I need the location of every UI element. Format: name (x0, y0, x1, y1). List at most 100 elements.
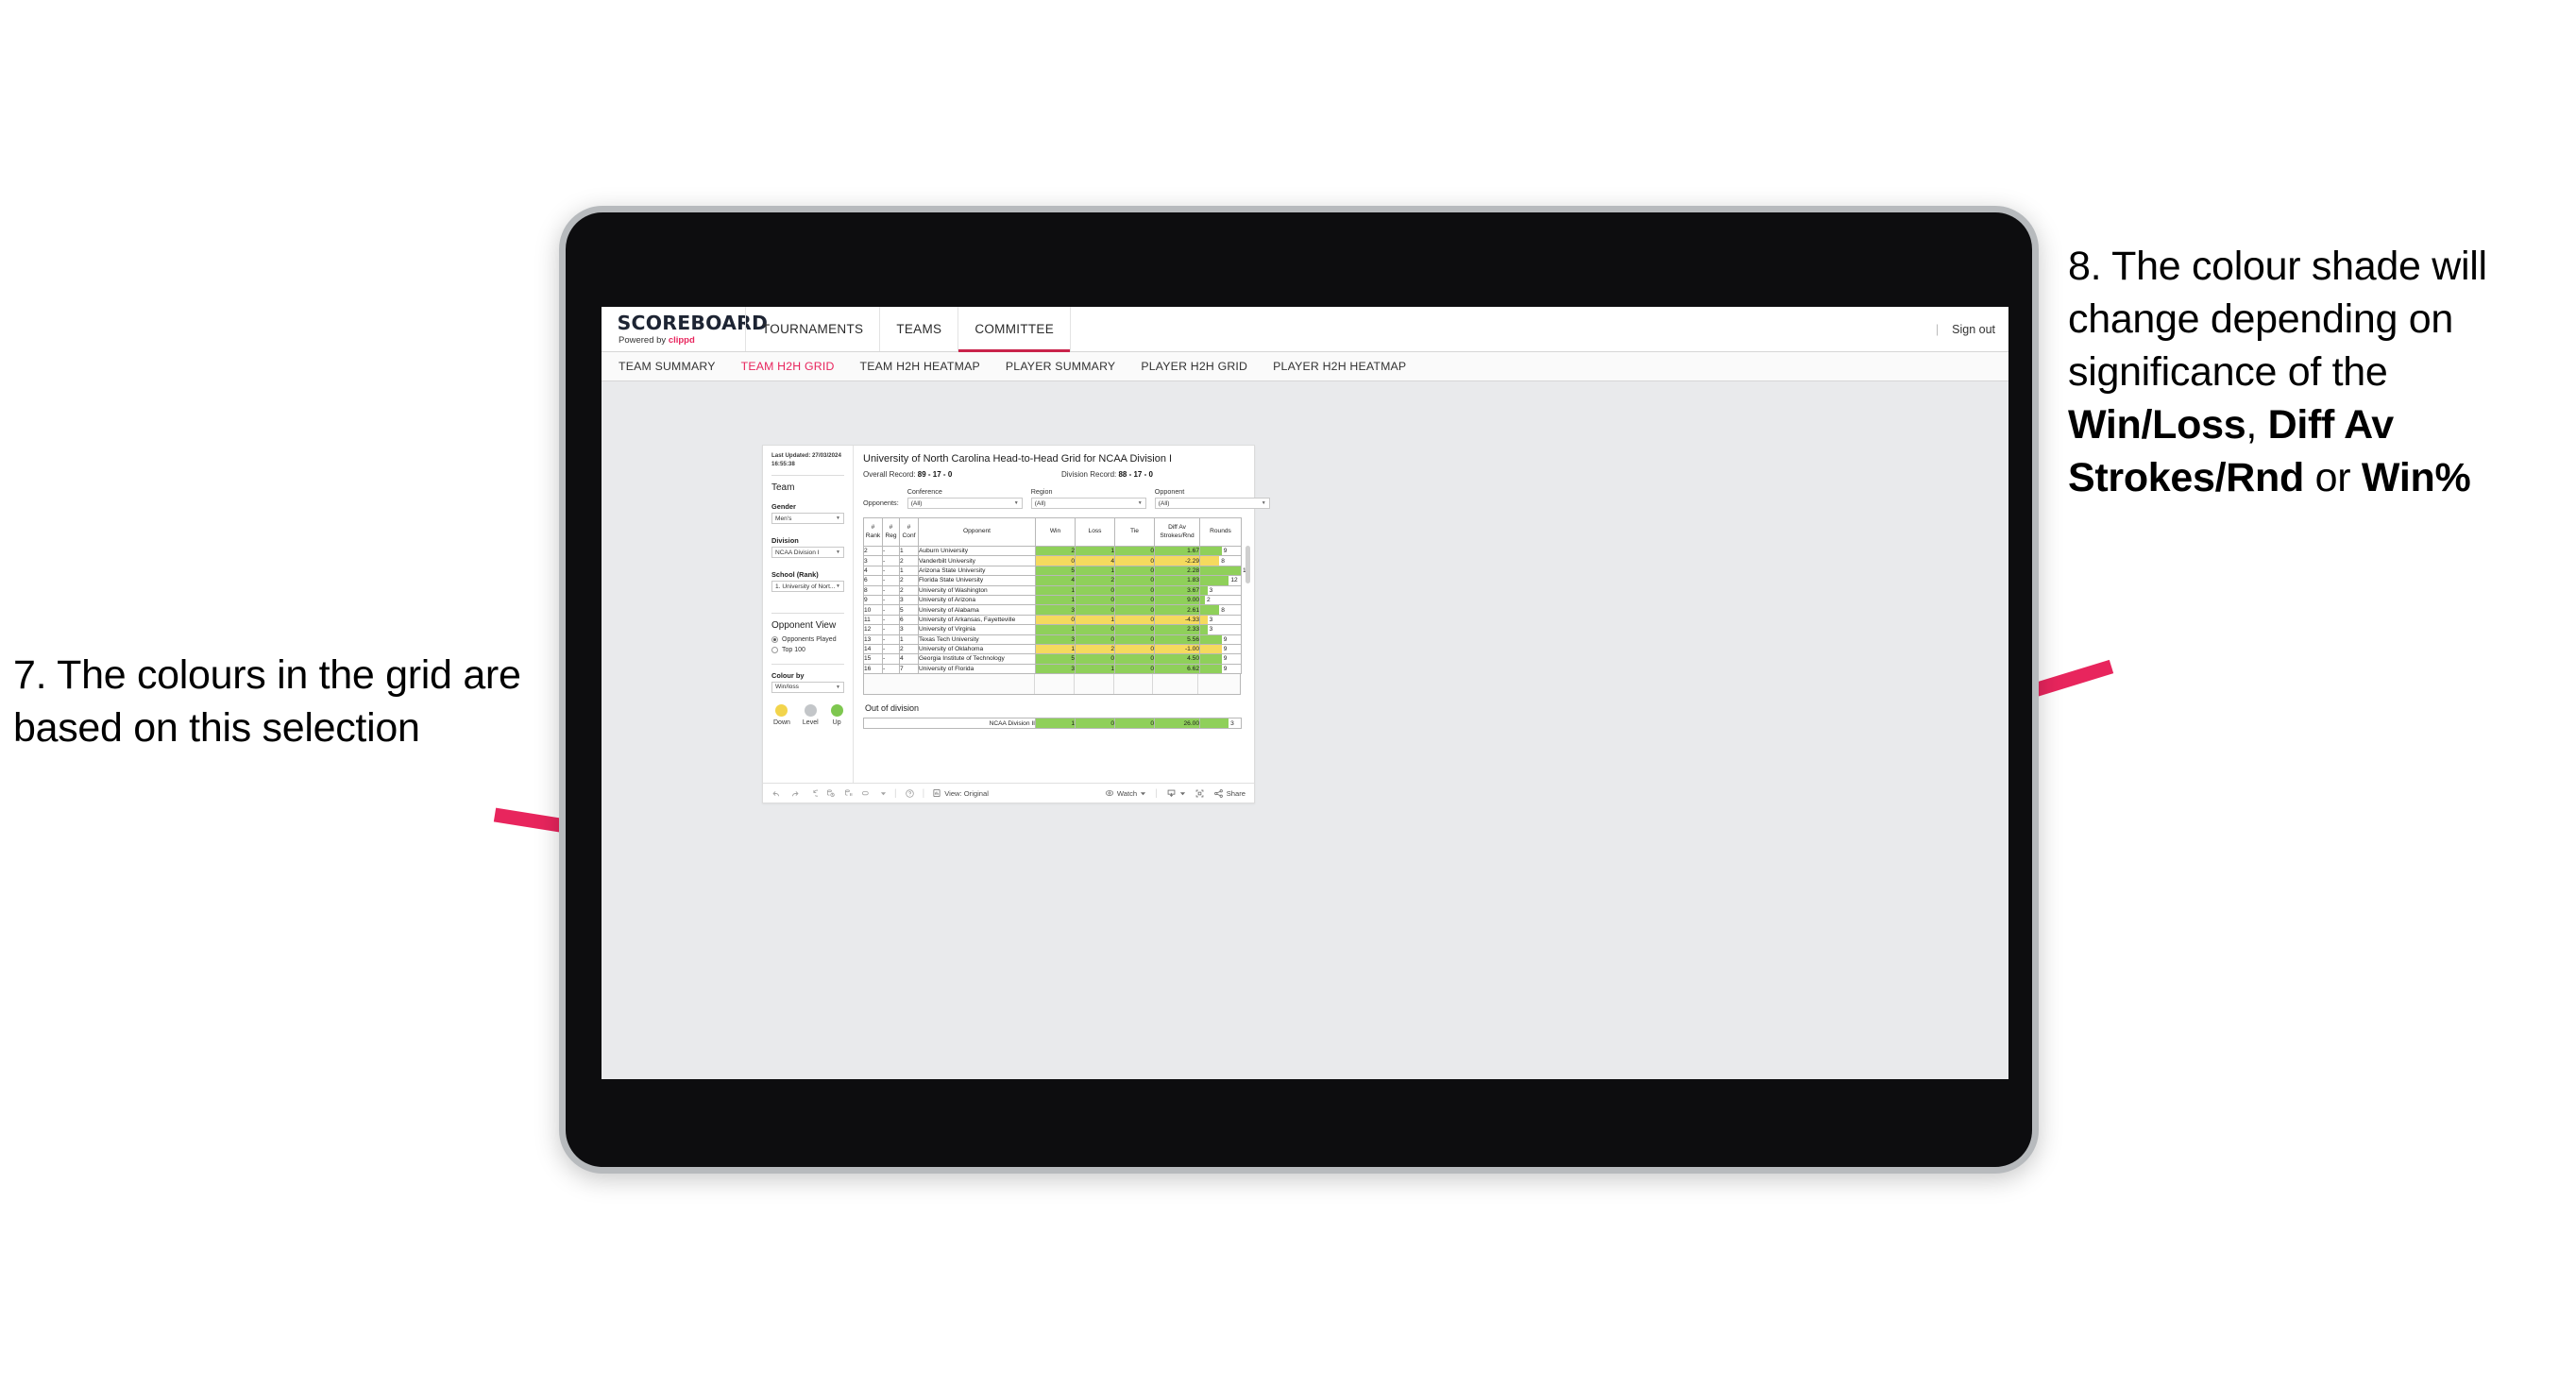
watch-icon (1105, 790, 1113, 796)
radio-top-100[interactable]: Top 100 (771, 646, 844, 653)
col-conf[interactable]: # Conf (899, 517, 919, 547)
subtab-player-h2h-heatmap[interactable]: PLAYER H2H HEATMAP (1273, 360, 1406, 373)
col-rounds[interactable]: Rounds (1199, 517, 1242, 547)
cell-rank: 9 (863, 594, 883, 606)
subtab-team-h2h-grid[interactable]: TEAM H2H GRID (741, 360, 835, 373)
refresh-data-icon[interactable] (825, 788, 836, 799)
col-rank-l2: Rank (865, 532, 881, 539)
grid-pane: University of North Carolina Head-to-Hea… (854, 446, 1270, 783)
chevron-down-icon[interactable] (880, 790, 887, 797)
cell-rounds: 12 (1199, 575, 1242, 586)
table-row[interactable]: 11-6 University of Arkansas, Fayetteville… (863, 614, 1242, 626)
filter-region-label: Region (1030, 487, 1053, 496)
cell-opponent: University of Virginia (918, 624, 1036, 635)
cell-win: 3 (1035, 604, 1076, 616)
ood-win: 1 (1035, 718, 1076, 730)
col-opponent[interactable]: Opponent (918, 517, 1036, 547)
division-record-value: 88 - 17 - 0 (1118, 470, 1153, 479)
subtab-player-h2h-grid[interactable]: PLAYER H2H GRID (1141, 360, 1247, 373)
cell-reg: - (882, 584, 900, 596)
app-logo[interactable]: SCOREBOARD Powered by clippd (602, 307, 768, 351)
school-select-value: 1. University of Nort... (775, 583, 836, 590)
filter-region: Region (All) ▼ (1030, 487, 1146, 509)
subtab-team-summary[interactable]: TEAM SUMMARY (619, 360, 716, 373)
col-rank[interactable]: # Rank (863, 517, 883, 547)
cell-loss: 1 (1075, 565, 1115, 577)
table-row[interactable]: 4-1Arizona State University5102.2817 (863, 565, 1249, 577)
cell-opponent: University of Arkansas, Fayetteville (918, 614, 1036, 626)
nav-tab-teams[interactable]: TEAMS (879, 307, 958, 351)
toolbar-right-group: Watch | Share (1105, 788, 1246, 799)
colour-by-select[interactable]: Win/loss ▼ (771, 681, 844, 693)
filter-conference-select[interactable]: (All) ▼ (907, 498, 1023, 509)
share-button[interactable]: Share (1213, 788, 1246, 799)
rounds-bar (1200, 566, 1241, 576)
undo-icon[interactable] (771, 788, 782, 799)
cell-rounds: 3 (1199, 614, 1242, 626)
subtab-team-h2h-heatmap[interactable]: TEAM H2H HEATMAP (860, 360, 980, 373)
table-scrollbar[interactable] (1246, 546, 1250, 583)
revert-icon[interactable] (807, 788, 818, 799)
redo-icon[interactable] (789, 788, 800, 799)
ood-rounds: 3 (1199, 718, 1242, 730)
division-select[interactable]: NCAA Division I ▼ (771, 547, 844, 559)
table-row[interactable]: 6-2 Florida State University 4 2 0 1.83 12 (863, 575, 1242, 586)
overall-record-label: Overall Record: (863, 470, 918, 479)
col-tie[interactable]: Tie (1114, 517, 1155, 547)
gender-select[interactable]: Men's ▼ (771, 513, 844, 525)
toolbar-divider-1: | (894, 787, 897, 799)
rounds-value: 3 (1209, 626, 1213, 634)
chevron-down-icon: ▼ (836, 516, 840, 522)
nav-tab-tournaments[interactable]: TOURNAMENTS (745, 307, 879, 351)
overall-record-value: 89 - 17 - 0 (917, 470, 953, 479)
filter-region-select[interactable]: (All) ▼ (1030, 498, 1146, 509)
signout-divider: | (1935, 322, 1940, 336)
filter-opponent-select[interactable]: (All) ▼ (1154, 498, 1270, 509)
school-select[interactable]: 1. University of Nort... ▼ (771, 581, 844, 593)
cell-tie: 0 (1114, 565, 1155, 577)
table-row[interactable]: 15-4 Georgia Institute of Technology 5 0 0 4.… (863, 653, 1242, 665)
cell-conf: 7 (899, 663, 919, 675)
col-loss[interactable]: Loss (1075, 517, 1115, 547)
table-row[interactable]: 10-5 University of Alabama 3 0 0 2.61 8 (863, 604, 1242, 616)
table-row[interactable]: 9-3 University of Arizona 1 0 0 9.00 2 (863, 594, 1242, 606)
chevron-down-icon: ▼ (1013, 500, 1019, 506)
table-row[interactable]: 12-3 University of Virginia 1 0 0 2.33 3 (863, 624, 1242, 635)
col-win[interactable]: Win (1035, 517, 1076, 547)
nav-tab-committee[interactable]: COMMITTEE (958, 307, 1072, 352)
radio-opponents-played[interactable]: Opponents Played (771, 636, 844, 644)
col-diff-av-strokes[interactable]: Diff Av Strokes/Rnd (1154, 517, 1200, 547)
sign-out-link[interactable]: Sign out (1952, 323, 1995, 336)
cell-reg: - (882, 624, 900, 635)
cell-reg: - (882, 565, 900, 577)
cell-conf: 2 (899, 584, 919, 596)
rounds-bar (1200, 576, 1229, 585)
cell-tie: 0 (1114, 604, 1155, 616)
table-row[interactable]: 3-2 Vanderbilt University 0 4 0 -2.29 8 (863, 555, 1242, 566)
cell-diff: -1.00 (1154, 643, 1200, 655)
table-row[interactable]: 13-1 Texas Tech University 3 0 0 5.56 9 (863, 634, 1242, 645)
cell-conf: 5 (899, 604, 919, 616)
records-row: Overall Record: 89 - 17 - 0 Division Rec… (863, 470, 1245, 479)
subscribe-icon[interactable] (861, 788, 873, 799)
pause-icon[interactable] (843, 788, 854, 799)
fullscreen-button[interactable] (1195, 788, 1205, 799)
table-row[interactable]: 8-2 University of Washington 1 0 0 3.67 3 (863, 584, 1242, 596)
cell-opponent: Texas Tech University (918, 634, 1036, 645)
table-row[interactable]: 14-2 University of Oklahoma 1 2 0 -1.00 9 (863, 643, 1242, 655)
table-row[interactable]: 2-1 Auburn University 2 1 0 1.67 9 (863, 545, 1242, 557)
cell-diff: 3.67 (1154, 584, 1200, 596)
radio-top-100-label: Top 100 (782, 646, 805, 653)
table-row[interactable]: 16-7 University of Florida 3 1 0 6.62 9 (863, 663, 1242, 675)
watch-button[interactable]: Watch (1105, 788, 1146, 798)
cell-reg: - (882, 663, 900, 675)
colour-legend: Down Level Up (771, 703, 844, 726)
cell-conf: 2 (899, 643, 919, 655)
download-button[interactable] (1166, 788, 1186, 799)
view-original-button[interactable]: View: Original (932, 788, 989, 798)
help-icon[interactable] (905, 788, 915, 799)
col-reg[interactable]: # Reg (882, 517, 900, 547)
subtab-player-summary[interactable]: PLAYER SUMMARY (1006, 360, 1115, 373)
cell-win: 3 (1035, 663, 1076, 675)
cell-reg: - (882, 634, 900, 645)
